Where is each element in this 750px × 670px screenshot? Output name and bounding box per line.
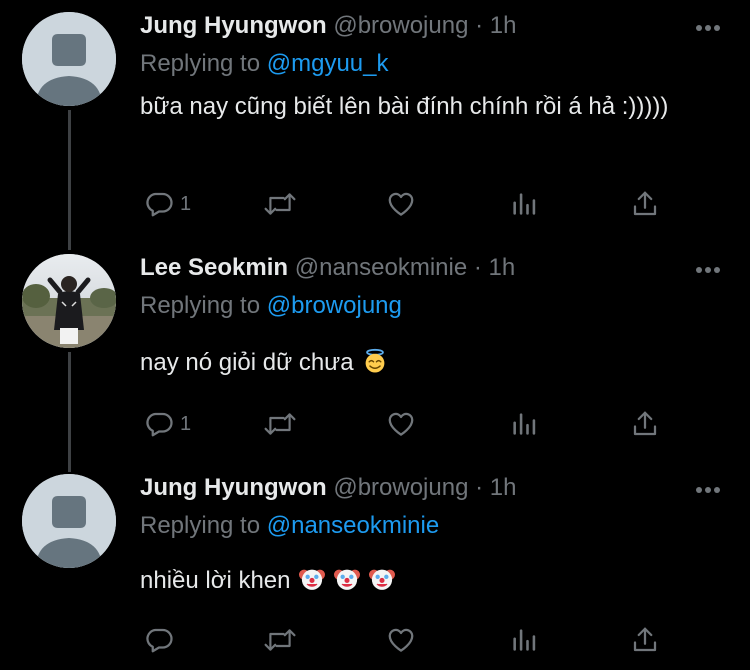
like-icon <box>388 192 414 216</box>
reply-button[interactable] <box>144 620 180 660</box>
display-name[interactable]: Jung Hyungwon <box>140 12 327 39</box>
tweet-text-container: nay nó giỏi dữ chưa <box>140 344 730 382</box>
more-button[interactable] <box>693 476 723 504</box>
reply-count: 1 <box>180 192 192 215</box>
reply-button[interactable]: 1 <box>144 404 191 444</box>
share-icon <box>633 411 657 436</box>
timestamp[interactable]: 1h <box>489 254 516 281</box>
tweet-text: bữa nay cũng biết lên bài đính chính rồi… <box>140 93 669 120</box>
tweet[interactable]: Lee Seokmin @nanseokminie · 1h Replying … <box>0 242 750 470</box>
tweet-text: nhiều lời khen <box>140 567 291 594</box>
avatar-default[interactable] <box>22 12 116 106</box>
reply-button[interactable]: 1 <box>144 184 191 224</box>
user-handle[interactable]: @nanseokminie <box>295 254 467 281</box>
tweet-header: Jung Hyungwon @browojung · 1h <box>140 472 516 504</box>
retweet-button[interactable] <box>262 404 298 444</box>
tweet-header: Jung Hyungwon @browojung · 1h <box>140 10 516 42</box>
replying-to: Replying to @mgyuu_k <box>140 48 389 80</box>
smiling-face-with-halo-emoji <box>365 348 385 373</box>
reply-icon <box>146 628 173 653</box>
analytics-icon <box>513 413 536 435</box>
retweet-icon <box>264 413 296 435</box>
reply-icon <box>146 412 173 437</box>
avatar-default[interactable] <box>22 474 116 568</box>
like-button[interactable] <box>386 404 416 444</box>
avatar-photo[interactable] <box>22 254 116 348</box>
analytics-icon <box>513 193 536 215</box>
tweet-text-container: nhiều lời khen <box>140 562 730 600</box>
replying-to-label: Replying to <box>140 512 261 539</box>
tweet-actions: 1 <box>0 184 750 224</box>
replying-to: Replying to @nanseokminie <box>140 510 439 542</box>
like-button[interactable] <box>386 184 416 224</box>
clown-face-emoji <box>368 569 395 590</box>
tweet-text: nay nó giỏi dữ chưa <box>140 349 354 376</box>
separator-dot: · <box>475 12 484 39</box>
retweet-icon <box>264 193 296 215</box>
share-button[interactable] <box>630 404 660 444</box>
like-icon <box>388 412 414 436</box>
share-icon <box>633 191 657 216</box>
reply-count: 1 <box>180 412 192 435</box>
like-button[interactable] <box>386 620 416 660</box>
mention-link[interactable]: @mgyuu_k <box>267 50 389 77</box>
tweet-header: Lee Seokmin @nanseokminie · 1h <box>140 252 515 284</box>
user-handle[interactable]: @browojung <box>333 12 468 39</box>
tweet-actions: 1 <box>0 404 750 444</box>
replying-to-label: Replying to <box>140 50 261 77</box>
mention-link[interactable]: @nanseokminie <box>267 512 439 539</box>
share-icon <box>633 627 657 652</box>
share-button[interactable] <box>630 184 660 224</box>
user-handle[interactable]: @browojung <box>333 474 468 501</box>
analytics-icon <box>513 629 536 651</box>
tweet-actions <box>0 620 750 660</box>
timestamp[interactable]: 1h <box>490 474 517 501</box>
share-button[interactable] <box>630 620 660 660</box>
like-icon <box>388 628 414 652</box>
retweet-button[interactable] <box>262 184 298 224</box>
analytics-button[interactable] <box>510 184 538 224</box>
more-button[interactable] <box>693 14 723 42</box>
default-avatar-icon <box>22 474 116 568</box>
replying-to-label: Replying to <box>140 292 261 319</box>
tweet[interactable]: Jung Hyungwon @browojung · 1h Replying t… <box>0 0 750 242</box>
clown-face-emoji <box>333 569 360 590</box>
display-name[interactable]: Lee Seokmin <box>140 254 288 281</box>
mention-link[interactable]: @browojung <box>267 292 402 319</box>
analytics-button[interactable] <box>510 404 538 444</box>
analytics-button[interactable] <box>510 620 538 660</box>
separator-dot: · <box>475 474 484 501</box>
more-button[interactable] <box>693 256 723 284</box>
replying-to: Replying to @browojung <box>140 290 402 322</box>
retweet-icon <box>264 629 296 651</box>
timestamp[interactable]: 1h <box>490 12 517 39</box>
retweet-button[interactable] <box>262 620 298 660</box>
clown-face-emoji <box>299 569 326 590</box>
tweet[interactable]: Jung Hyungwon @browojung · 1h Replying t… <box>0 462 750 670</box>
reply-icon <box>146 192 173 217</box>
more-icon <box>696 487 720 493</box>
more-icon <box>696 25 720 31</box>
default-avatar-icon <box>22 12 116 106</box>
display-name[interactable]: Jung Hyungwon <box>140 474 327 501</box>
more-icon <box>696 267 720 273</box>
separator-dot: · <box>473 254 482 281</box>
profile-photo <box>22 254 116 348</box>
